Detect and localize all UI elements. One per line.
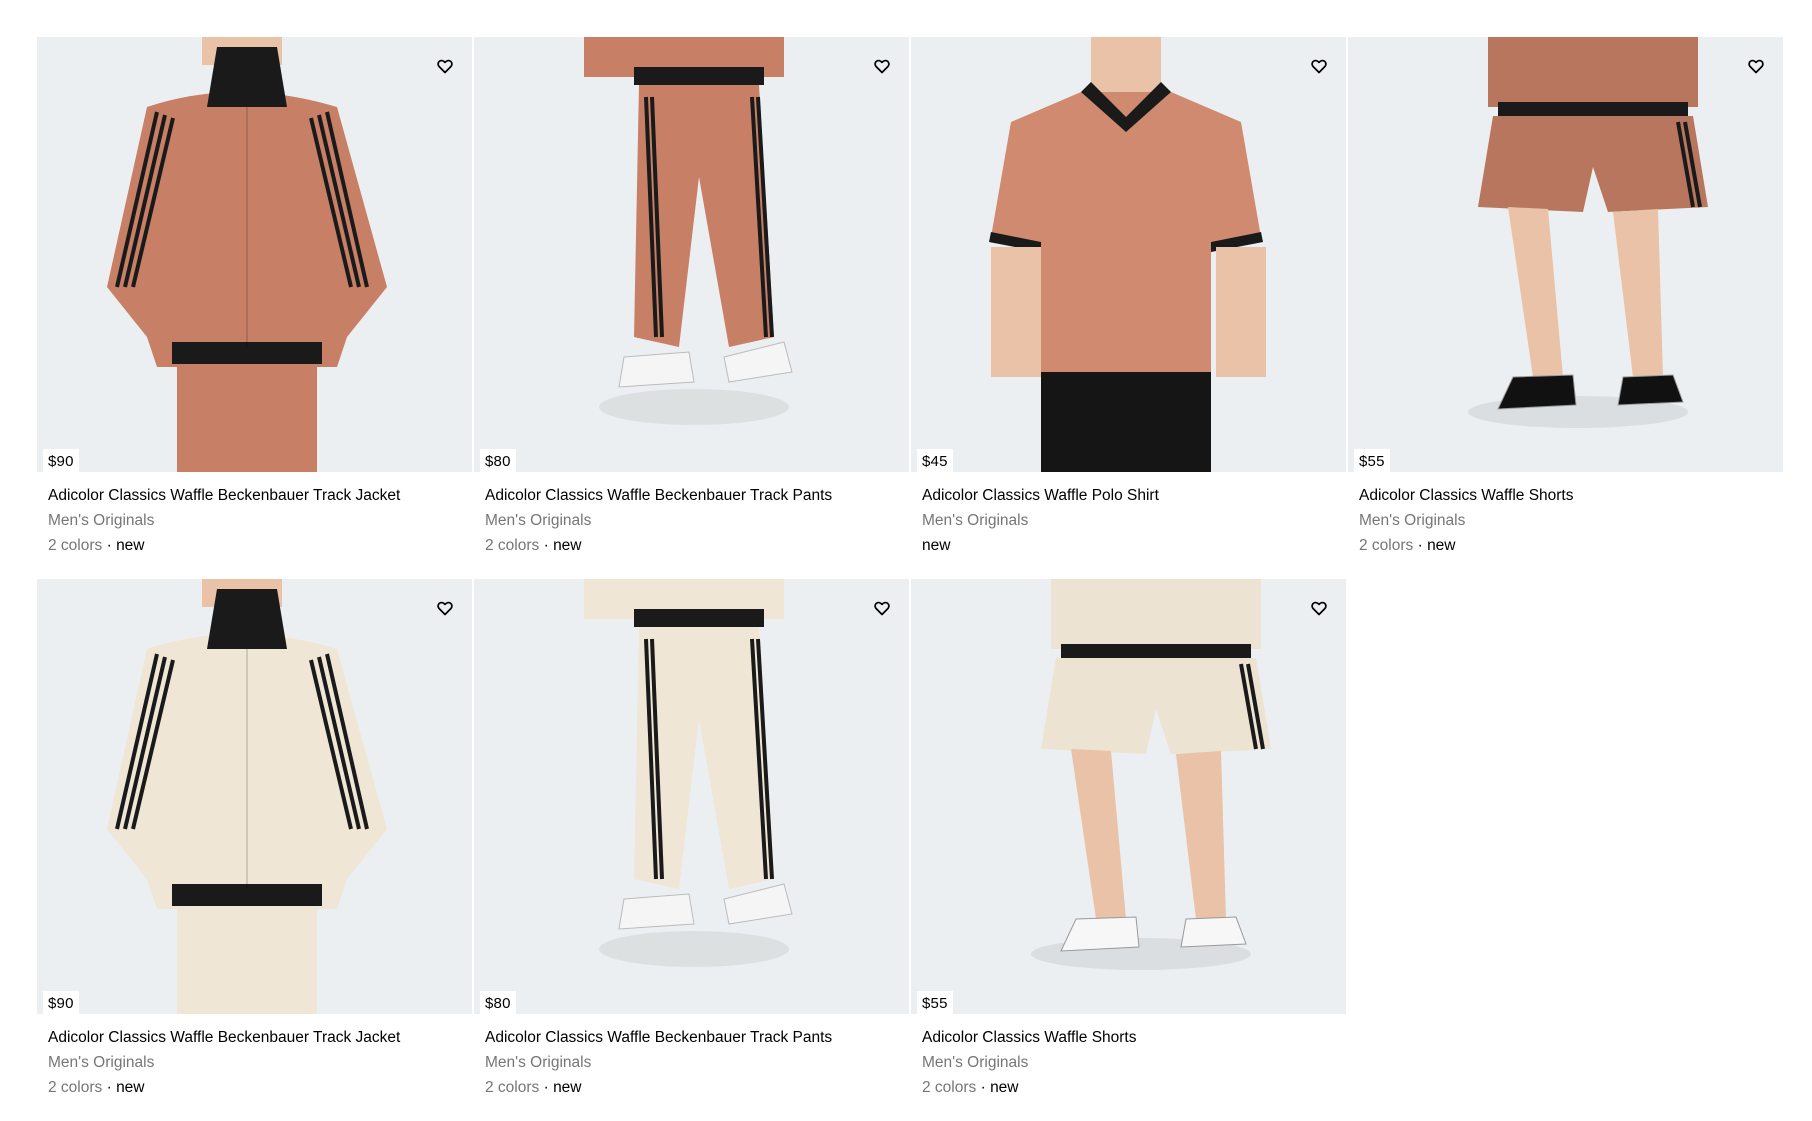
wishlist-button[interactable] xyxy=(1308,597,1330,619)
product-meta: 2 colors · new xyxy=(1359,536,1772,555)
heart-icon xyxy=(437,601,453,615)
color-count: 2 colors xyxy=(485,1079,540,1096)
product-info: Adicolor Classics Waffle Beckenbauer Tra… xyxy=(37,1014,472,1097)
price-tag: $45 xyxy=(917,449,953,472)
heart-icon xyxy=(1311,601,1327,615)
product-meta: 2 colors · new xyxy=(48,536,461,555)
product-info: Adicolor Classics Waffle Polo Shirt Men'… xyxy=(911,472,1346,555)
product-card[interactable]: $45 Adicolor Classics Waffle Polo Shirt … xyxy=(911,37,1346,579)
product-name[interactable]: Adicolor Classics Waffle Polo Shirt xyxy=(922,486,1335,505)
product-card[interactable]: $55 Adicolor Classics Waffle Shorts Men'… xyxy=(1348,37,1783,579)
product-name[interactable]: Adicolor Classics Waffle Beckenbauer Tra… xyxy=(485,1028,898,1047)
product-photo xyxy=(107,37,387,472)
new-badge: new xyxy=(1427,537,1456,554)
product-photo xyxy=(1468,37,1708,428)
product-photo-polo xyxy=(989,37,1266,472)
product-photo-pants xyxy=(584,579,793,967)
product-info: Adicolor Classics Waffle Beckenbauer Tra… xyxy=(474,1014,909,1097)
price-tag: $55 xyxy=(917,991,953,1014)
price-tag: $55 xyxy=(1354,449,1390,472)
wishlist-button[interactable] xyxy=(1308,55,1330,77)
product-card[interactable]: $90 Adicolor Classics Waffle Beckenbauer… xyxy=(37,579,472,1121)
product-category: Men's Originals xyxy=(48,512,155,529)
heart-icon xyxy=(1311,59,1327,73)
product-photo xyxy=(1031,579,1271,970)
product-image[interactable]: $55 xyxy=(1348,37,1783,472)
price-tag: $90 xyxy=(43,449,79,472)
price-tag: $90 xyxy=(43,991,79,1014)
product-info: Adicolor Classics Waffle Shorts Men's Or… xyxy=(1348,472,1783,555)
product-photo-jacket xyxy=(107,37,387,472)
product-name[interactable]: Adicolor Classics Waffle Beckenbauer Tra… xyxy=(48,486,461,505)
new-badge: new xyxy=(553,1079,582,1096)
product-image[interactable]: $55 xyxy=(911,579,1346,1014)
product-photo xyxy=(584,579,793,967)
product-image[interactable]: $80 xyxy=(474,37,909,472)
meta-separator: · xyxy=(976,1079,991,1096)
product-info: Adicolor Classics Waffle Beckenbauer Tra… xyxy=(37,472,472,555)
product-category: Men's Originals xyxy=(1359,512,1466,529)
wishlist-button[interactable] xyxy=(434,55,456,77)
price-tag: $80 xyxy=(480,991,516,1014)
heart-icon xyxy=(437,59,453,73)
meta-separator: · xyxy=(102,537,117,554)
product-meta: 2 colors · new xyxy=(48,1078,461,1097)
product-meta: 2 colors · new xyxy=(922,1078,1335,1097)
product-photo-pants xyxy=(584,37,793,425)
product-card[interactable]: $80 Adicolor Classics Waffle Beckenbauer… xyxy=(474,579,909,1121)
new-badge: new xyxy=(116,537,145,554)
price-tag: $80 xyxy=(480,449,516,472)
new-badge: new xyxy=(553,537,582,554)
product-photo xyxy=(989,37,1266,472)
new-badge: new xyxy=(990,1079,1019,1096)
meta-separator: · xyxy=(539,1079,554,1096)
wishlist-button[interactable] xyxy=(1745,55,1767,77)
product-card[interactable]: $90 Adicolor Classics Waffle Beckenbauer… xyxy=(37,37,472,579)
product-photo-shorts xyxy=(1468,37,1708,428)
product-name[interactable]: Adicolor Classics Waffle Beckenbauer Tra… xyxy=(48,1028,461,1047)
product-category: Men's Originals xyxy=(922,512,1029,529)
product-name[interactable]: Adicolor Classics Waffle Shorts xyxy=(922,1028,1335,1047)
color-count: 2 colors xyxy=(1359,537,1414,554)
heart-icon xyxy=(1748,59,1764,73)
product-photo xyxy=(107,579,387,1014)
product-info: Adicolor Classics Waffle Shorts Men's Or… xyxy=(911,1014,1346,1097)
product-meta: new xyxy=(922,536,1335,555)
product-image[interactable]: $90 xyxy=(37,579,472,1014)
product-grid: $90 Adicolor Classics Waffle Beckenbauer… xyxy=(37,37,1783,1121)
product-image[interactable]: $80 xyxy=(474,579,909,1014)
product-image[interactable]: $90 xyxy=(37,37,472,472)
new-badge: new xyxy=(116,1079,145,1096)
heart-icon xyxy=(874,59,890,73)
product-category: Men's Originals xyxy=(48,1054,155,1071)
product-card[interactable]: $80 Adicolor Classics Waffle Beckenbauer… xyxy=(474,37,909,579)
product-name[interactable]: Adicolor Classics Waffle Shorts xyxy=(1359,486,1772,505)
product-info: Adicolor Classics Waffle Beckenbauer Tra… xyxy=(474,472,909,555)
wishlist-button[interactable] xyxy=(434,597,456,619)
product-name[interactable]: Adicolor Classics Waffle Beckenbauer Tra… xyxy=(485,486,898,505)
product-meta: 2 colors · new xyxy=(485,1078,898,1097)
product-card[interactable]: $55 Adicolor Classics Waffle Shorts Men'… xyxy=(911,579,1346,1121)
color-count: 2 colors xyxy=(485,537,540,554)
product-image[interactable]: $45 xyxy=(911,37,1346,472)
product-photo-shorts xyxy=(1031,579,1271,970)
meta-separator: · xyxy=(102,1079,117,1096)
meta-separator: · xyxy=(1413,537,1428,554)
meta-separator: · xyxy=(539,537,554,554)
product-photo xyxy=(584,37,793,425)
product-category: Men's Originals xyxy=(922,1054,1029,1071)
color-count: 2 colors xyxy=(48,537,103,554)
color-count: 2 colors xyxy=(48,1079,103,1096)
wishlist-button[interactable] xyxy=(871,597,893,619)
product-photo-jacket xyxy=(107,579,387,1014)
heart-icon xyxy=(874,601,890,615)
product-category: Men's Originals xyxy=(485,512,592,529)
product-meta: 2 colors · new xyxy=(485,536,898,555)
color-count: 2 colors xyxy=(922,1079,977,1096)
new-badge: new xyxy=(922,537,951,554)
wishlist-button[interactable] xyxy=(871,55,893,77)
product-category: Men's Originals xyxy=(485,1054,592,1071)
